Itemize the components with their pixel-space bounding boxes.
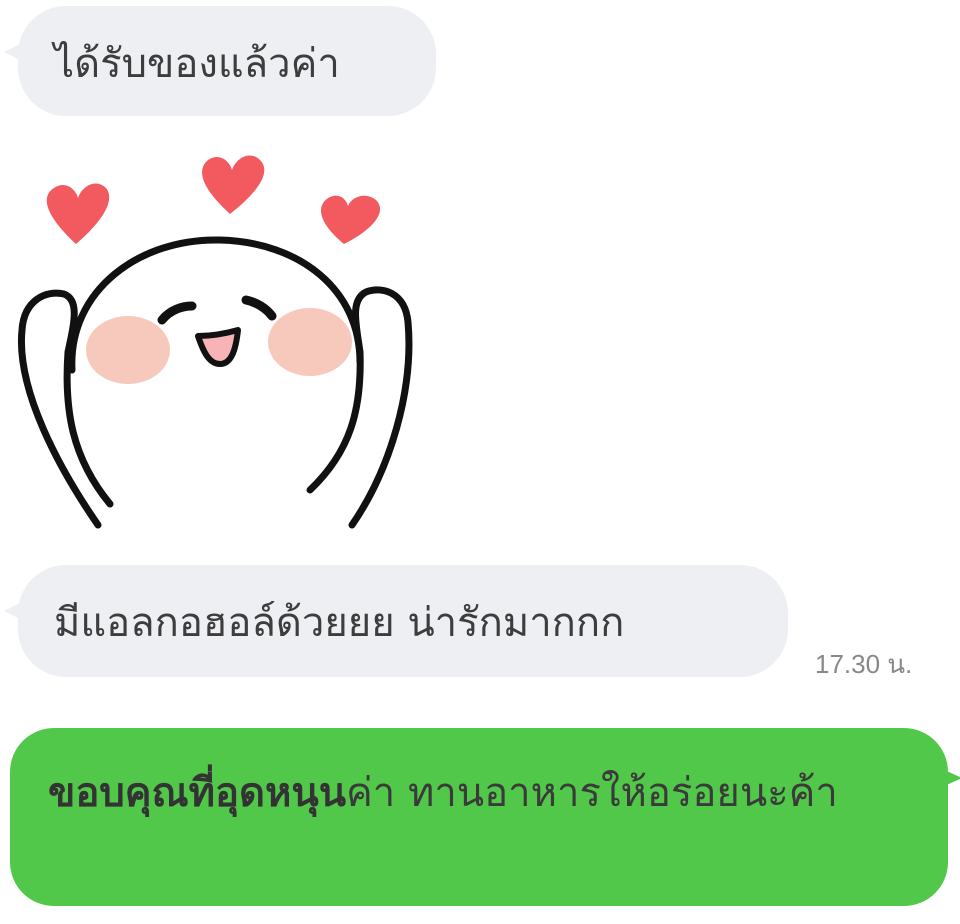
message-text: ค่า ทานอาหารให้อร่อยนะค้า: [346, 770, 838, 816]
chat-thread: ได้รับของแล้วค่า มีแอลกอฮอล์ด้วยยย น่ารั…: [0, 0, 960, 924]
bubble-tail: [4, 601, 24, 621]
message-timestamp: 17.30 น.: [815, 649, 913, 679]
message-text-bold: ขอบคุณที่อุดหนุน: [48, 770, 347, 816]
sticker-message[interactable]: [10, 140, 430, 540]
bubble-tail: [4, 42, 24, 62]
mouth: [195, 327, 241, 367]
incoming-message-bubble[interactable]: มีแอลกอฮอล์ด้วยยย น่ารักมากกก: [4, 565, 788, 677]
message-text: ได้รับของแล้วค่า: [54, 41, 340, 87]
happy-face-hearts-sticker-icon: [17, 155, 413, 529]
left-eye: [157, 301, 197, 325]
left-blush: [86, 316, 170, 384]
outgoing-message-bubble[interactable]: ขอบคุณที่อุดหนุนค่า ทานอาหารให้อร่อยนะค้…: [10, 728, 960, 906]
right-blush: [268, 308, 352, 376]
heart-icon: [202, 155, 265, 214]
bubble-tail: [940, 768, 960, 788]
right-eye: [241, 295, 277, 321]
incoming-message-bubble[interactable]: ได้รับของแล้วค่า: [4, 6, 436, 116]
message-text: มีแอลกอฮอล์ด้วยยย น่ารักมากกก: [54, 600, 625, 646]
heart-icon: [46, 183, 110, 244]
heart-icon: [321, 195, 381, 244]
